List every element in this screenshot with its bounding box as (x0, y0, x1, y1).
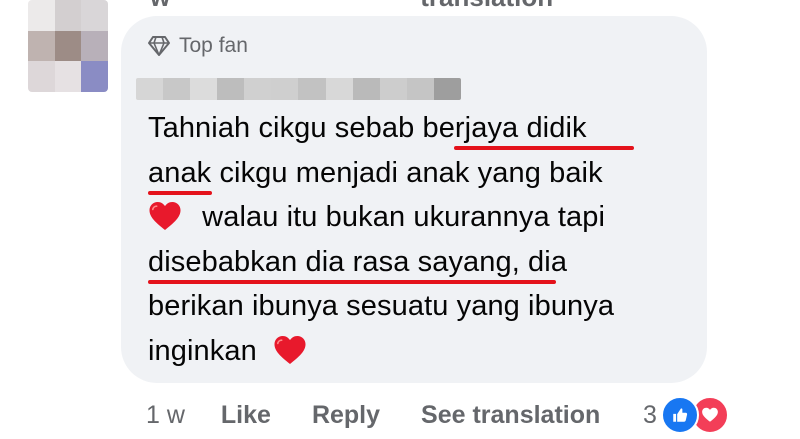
top-fan-badge[interactable]: Top fan (147, 34, 248, 58)
comment-actions: 1 w Like Reply See translation (146, 398, 706, 432)
like-icon (660, 396, 699, 434)
see-translation-button[interactable]: See translation (421, 401, 600, 430)
comment-line-4: disebabkan dia rasa sayang, dia (148, 240, 693, 285)
name-blur-tile (217, 78, 245, 100)
name-blur-tile (271, 78, 299, 100)
comment-line-5: berikan ibunya sesuatu yang ibunya (148, 290, 615, 322)
name-blur-tile (298, 78, 326, 100)
heart-icon (149, 202, 181, 230)
avatar-tile (81, 30, 108, 62)
commenter-name-blurred[interactable] (136, 78, 461, 100)
name-blur-tile (244, 78, 272, 100)
avatar-tile (28, 61, 55, 92)
name-blur-tile (136, 78, 164, 100)
avatar-tile (28, 30, 55, 62)
avatar-tile (54, 30, 82, 62)
reaction-count: 3 (643, 400, 657, 429)
comment-text: Tahniah cikgu sebab berjaya didik anak c… (148, 106, 693, 373)
name-blur-tile (379, 78, 407, 100)
avatar-tile (54, 61, 82, 92)
name-blur-tile (352, 78, 380, 100)
comment-timestamp[interactable]: 1 w (146, 401, 185, 430)
like-button[interactable]: Like (221, 401, 271, 430)
diamond-icon (148, 36, 170, 56)
name-blur-tile (163, 78, 191, 100)
comment-line-3: walau itu bukan ukurannya tapi (148, 195, 693, 240)
name-blur-tile (325, 78, 353, 100)
avatar-tile (28, 0, 55, 31)
heart-icon (274, 335, 306, 364)
underline-disebabkan-dia-rasa-sayang (148, 279, 556, 284)
reply-button[interactable]: Reply (312, 401, 380, 430)
avatar-tile (54, 0, 82, 31)
avatar[interactable] (28, 0, 108, 92)
name-blur-tile (190, 78, 218, 100)
comment-line-6: inginkan (148, 329, 693, 374)
previous-comment-actions: w translation (140, 0, 740, 8)
comment-bubble: Top fan Tahniah cikgu sebab berjaya didi… (121, 16, 707, 383)
name-blur-tile (406, 78, 434, 100)
underline-berjaya-didik (454, 146, 634, 150)
avatar-tile (81, 0, 108, 31)
name-blur-tile (433, 78, 461, 100)
avatar-tile (81, 61, 108, 92)
underline-anak (148, 190, 212, 195)
comment-line-1: Tahniah cikgu sebab berjaya didik (148, 106, 693, 151)
reaction-summary[interactable]: 3 (643, 396, 729, 434)
previous-see-translation[interactable]: translation (420, 0, 553, 8)
previous-time: w (150, 0, 170, 8)
comment-line-2: anak cikgu menjadi anak yang baik (148, 151, 693, 196)
badge-label: Top fan (179, 34, 248, 57)
